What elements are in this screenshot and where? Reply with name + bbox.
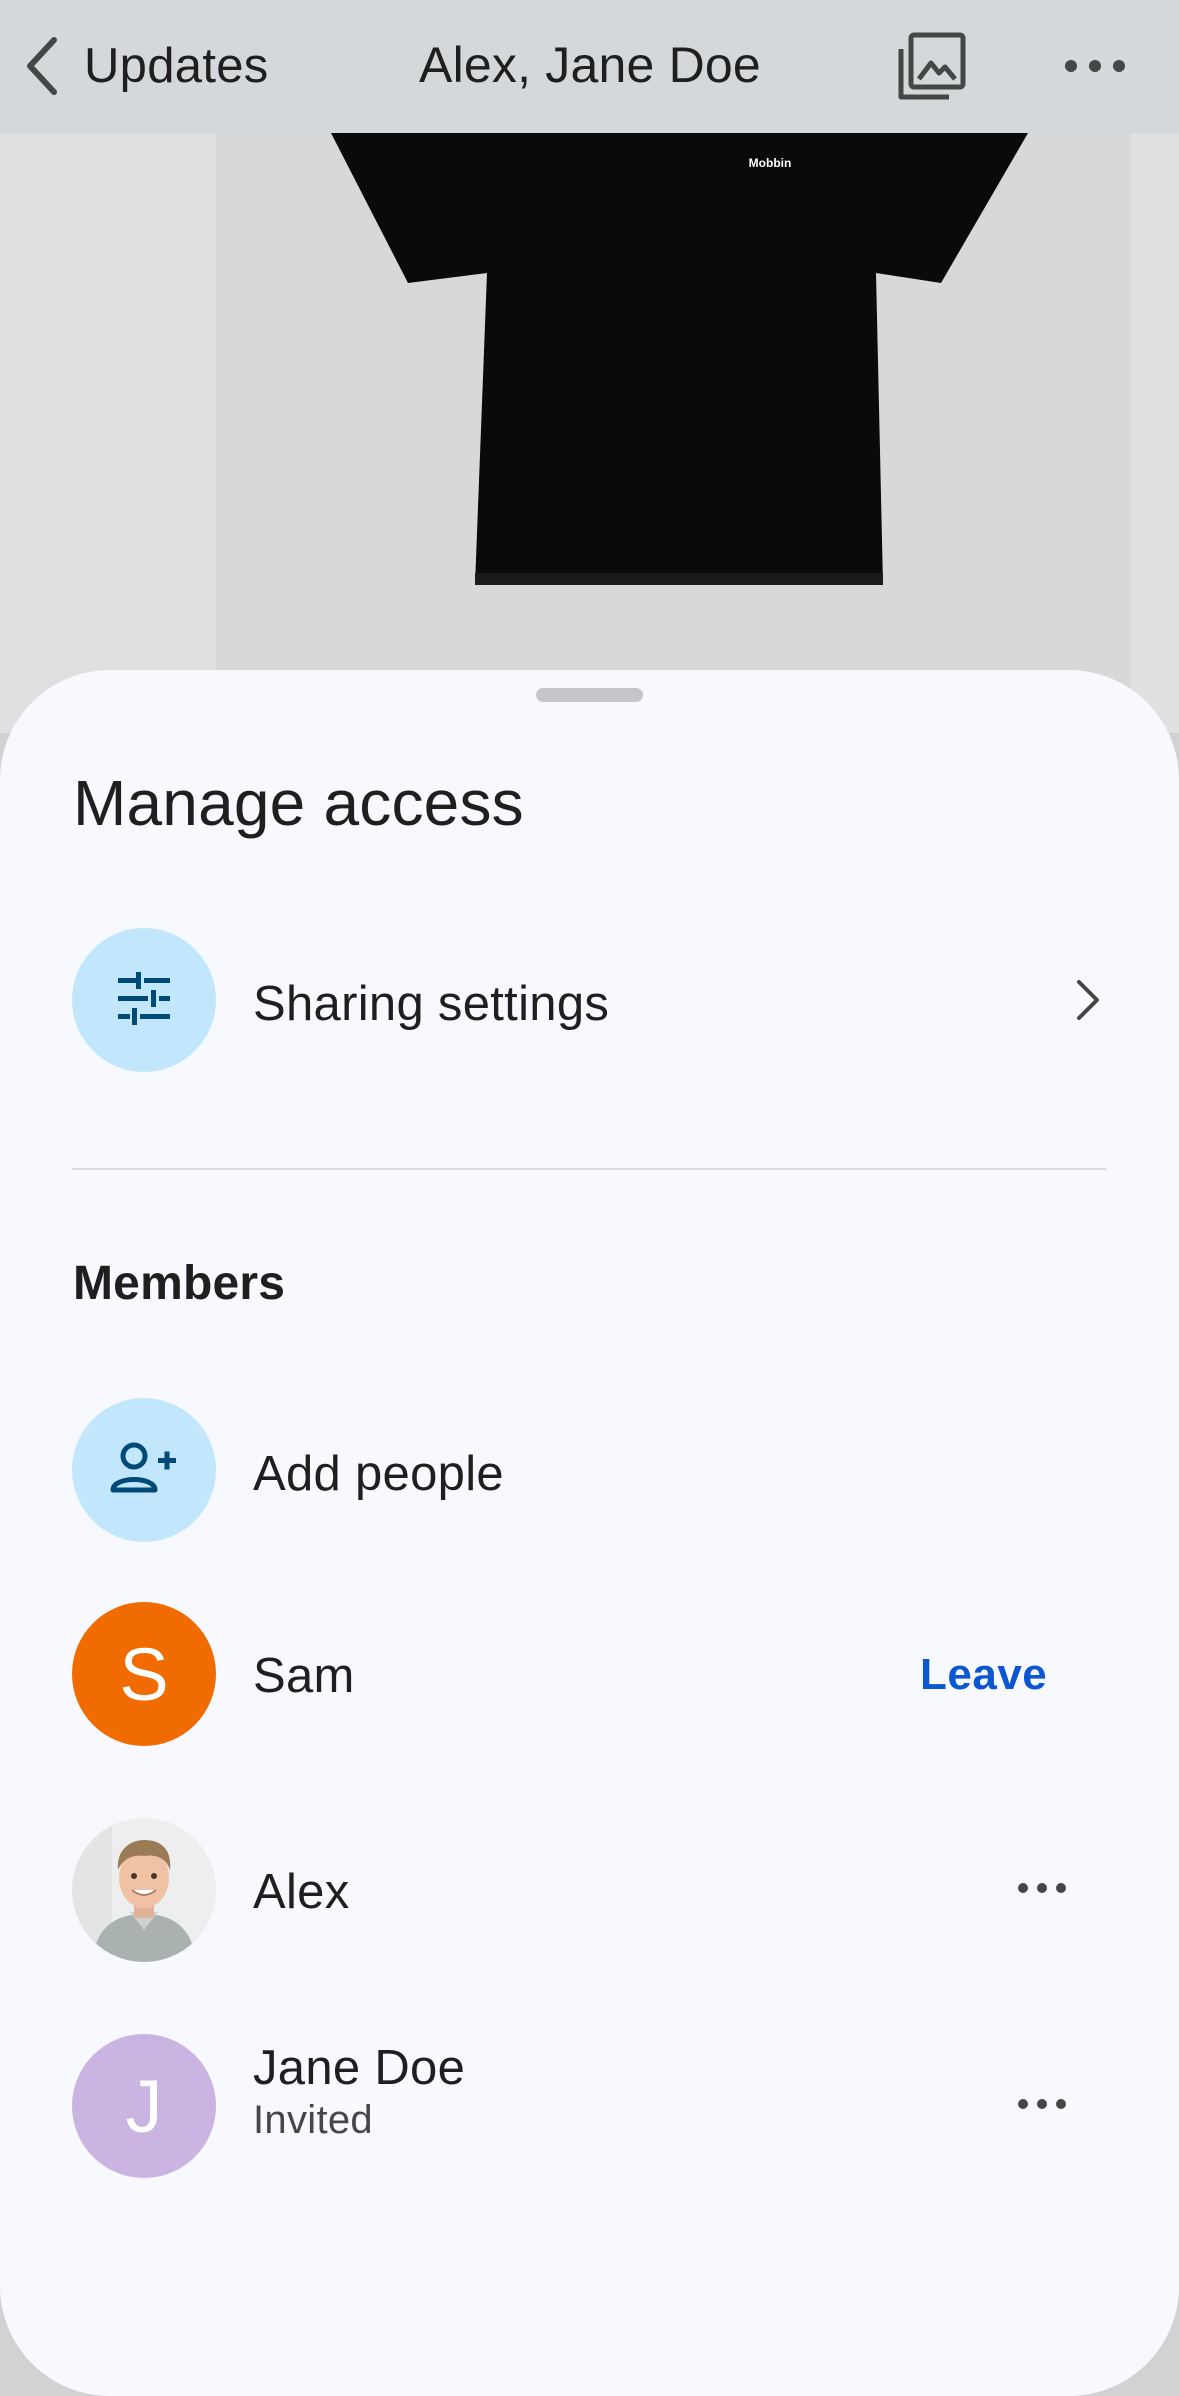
sharing-settings-row[interactable]: Sharing settings	[0, 928, 1179, 1078]
member-name: Alex	[253, 1865, 350, 1919]
sharing-settings-label: Sharing settings	[253, 977, 610, 1031]
photo-library-icon	[897, 31, 967, 106]
tshirt-image: Mobbin	[331, 133, 1028, 585]
back-label: Updates	[84, 39, 269, 93]
members-heading: Members	[73, 1257, 286, 1310]
more-horizontal-icon	[1017, 2097, 1067, 2115]
more-horizontal-icon	[1017, 1881, 1067, 1899]
chevron-right-icon	[1068, 970, 1108, 1030]
member-name: Jane Doe	[253, 2041, 466, 2095]
avatar: S	[72, 1602, 216, 1746]
avatar: J	[72, 2034, 216, 2178]
avatar	[72, 1818, 216, 1962]
member-status: Invited	[253, 2098, 373, 2142]
profile-photo	[72, 1818, 216, 1962]
member-options-button[interactable]	[1000, 2076, 1084, 2136]
avatar-initial: J	[125, 2064, 163, 2148]
add-people-label: Add people	[253, 1447, 504, 1501]
top-app-bar: Updates Alex, Jane Doe	[0, 0, 1179, 133]
shared-photo[interactable]: Mobbin	[216, 133, 1130, 733]
drag-handle[interactable]	[536, 688, 643, 702]
member-options-button[interactable]	[1000, 1860, 1084, 1920]
gallery-button[interactable]	[892, 28, 972, 108]
avatar-initial: S	[119, 1632, 169, 1716]
add-people-icon-chip	[72, 1398, 216, 1542]
chevron-left-icon	[22, 34, 62, 98]
person-add-icon	[108, 1438, 180, 1503]
media-backdrop: Mobbin	[0, 133, 1179, 733]
leave-button[interactable]: Leave	[920, 1650, 1047, 1700]
sharing-settings-icon-chip	[72, 928, 216, 1072]
back-button[interactable]: Updates	[22, 30, 269, 102]
brand-logo-text: Mobbin	[749, 156, 792, 170]
tune-icon	[114, 968, 174, 1033]
more-horizontal-icon	[1063, 58, 1127, 79]
add-people-row[interactable]: Add people	[0, 1398, 1179, 1548]
member-row-jane-doe[interactable]: J Jane Doe Invited	[0, 2034, 1179, 2184]
section-divider	[72, 1168, 1106, 1170]
member-name: Sam	[253, 1649, 355, 1703]
manage-access-sheet: Manage access Sharing settings Members A…	[0, 670, 1179, 2396]
sheet-title: Manage access	[73, 767, 524, 839]
member-row-alex[interactable]: Alex	[0, 1818, 1179, 1968]
member-row-sam[interactable]: S Sam Leave	[0, 1602, 1179, 1752]
conversation-title: Alex, Jane Doe	[419, 37, 761, 93]
more-options-button[interactable]	[1055, 28, 1135, 108]
